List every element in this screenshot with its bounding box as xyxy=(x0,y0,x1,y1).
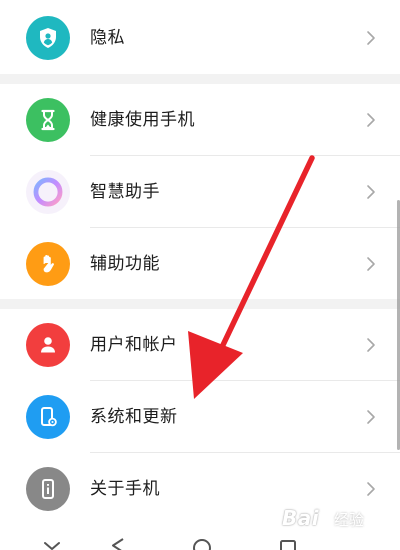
watermark-sub: 经验 xyxy=(334,512,365,529)
chevron-right-icon xyxy=(367,185,375,199)
watermark-text: Bai xyxy=(282,506,320,530)
assistant-ring-icon xyxy=(26,170,70,214)
baidu-watermark-logo: Bai 经验 xyxy=(282,503,392,531)
settings-item-label: 用户和帐户 xyxy=(90,335,178,354)
chevron-right-icon xyxy=(367,31,375,45)
settings-item-label: 智慧助手 xyxy=(90,182,160,201)
settings-item-label: 系统和更新 xyxy=(90,407,178,426)
collapse-icon[interactable] xyxy=(40,536,64,550)
chevron-right-icon xyxy=(367,482,375,496)
navigation-bar xyxy=(0,530,400,550)
shield-icon xyxy=(26,16,70,60)
settings-item-users-accounts[interactable]: 用户和帐户 xyxy=(0,309,400,381)
phone-settings-icon xyxy=(26,395,70,439)
settings-item-assistant[interactable]: 智慧助手 xyxy=(0,156,400,228)
settings-item-privacy[interactable]: 隐私 xyxy=(0,2,400,74)
settings-item-label: 健康使用手机 xyxy=(90,110,195,129)
settings-item-label: 辅助功能 xyxy=(90,254,160,273)
section-gap xyxy=(0,299,400,309)
chevron-right-icon xyxy=(367,410,375,424)
phone-info-icon xyxy=(26,467,70,511)
section-gap xyxy=(0,74,400,84)
settings-item-label: 关于手机 xyxy=(90,479,160,498)
chevron-right-icon xyxy=(367,113,375,127)
settings-item-label: 隐私 xyxy=(90,28,125,47)
hourglass-icon xyxy=(26,98,70,142)
back-icon[interactable] xyxy=(106,536,130,550)
settings-item-system-updates[interactable]: 系统和更新 xyxy=(0,381,400,453)
user-icon xyxy=(26,323,70,367)
settings-item-digital-balance[interactable]: 健康使用手机 xyxy=(0,84,400,156)
hand-icon xyxy=(26,242,70,286)
chevron-right-icon xyxy=(367,257,375,271)
home-icon[interactable] xyxy=(190,536,214,550)
chevron-right-icon xyxy=(367,338,375,352)
recents-icon[interactable] xyxy=(276,536,300,550)
settings-item-accessibility[interactable]: 辅助功能 xyxy=(0,228,400,300)
